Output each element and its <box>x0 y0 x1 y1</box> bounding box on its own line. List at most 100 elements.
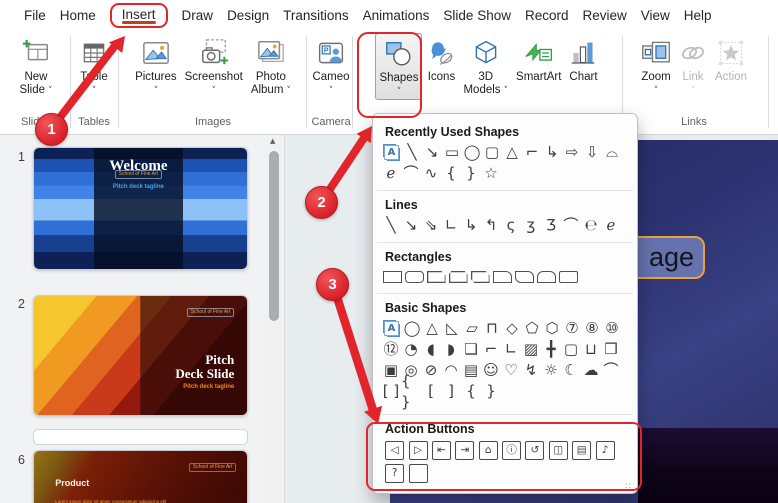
shape-glyph[interactable]: ◺ <box>442 318 462 339</box>
new-slide-button[interactable]: New Slide ˅ <box>16 33 55 100</box>
photo-album-button[interactable]: Photo Album ˅ <box>248 33 294 100</box>
shape-glyph[interactable]: ▢ <box>482 142 502 163</box>
tab-design[interactable]: Design <box>227 5 269 26</box>
tab-animations[interactable]: Animations <box>363 5 430 26</box>
shape-glyph[interactable] <box>404 271 424 283</box>
shape-glyph[interactable]: ↳ <box>461 215 481 236</box>
shape-glyph[interactable]: ▤ <box>461 360 481 381</box>
shape-glyph[interactable]: ʒ <box>521 215 541 236</box>
shape-glyph[interactable]: ⇩ <box>582 142 602 163</box>
chart-button[interactable]: Chart <box>566 33 600 86</box>
shape-glyph[interactable] <box>514 271 534 283</box>
shape-glyph[interactable]: ⌒ <box>561 215 581 236</box>
pictures-button[interactable]: Pictures ˅ <box>132 33 180 98</box>
shape-glyph[interactable]: ☾ <box>561 360 581 381</box>
tab-file[interactable]: File <box>24 5 46 26</box>
shape-glyph[interactable]: ◯ <box>402 318 422 339</box>
resize-grip[interactable]: ∷ <box>625 482 631 492</box>
shape-glyph[interactable]: ◔ <box>401 339 421 360</box>
shape-glyph[interactable]: [ <box>421 381 441 402</box>
shape-glyph[interactable]: ℮ <box>581 215 601 236</box>
tab-slide-show[interactable]: Slide Show <box>443 5 511 26</box>
action-button[interactable]: Action <box>712 33 750 86</box>
shape-glyph[interactable]: ⇘ <box>421 215 441 236</box>
shape-glyph[interactable]: ▤ <box>572 441 592 460</box>
text-box-shape-icon[interactable]: A <box>384 145 399 160</box>
shape-glyph[interactable]: ◇ <box>502 318 522 339</box>
shape-glyph[interactable]: ⌒ <box>601 360 621 381</box>
shape-glyph[interactable]: ⑩ <box>602 318 622 339</box>
shape-glyph[interactable]: ☺ <box>481 360 501 381</box>
panel-divider[interactable] <box>284 135 285 503</box>
shape-glyph[interactable]: ▨ <box>521 339 541 360</box>
icons-button[interactable]: Icons <box>424 33 458 86</box>
shape-glyph[interactable]: ] <box>441 381 461 402</box>
shape-glyph[interactable] <box>426 271 446 283</box>
shape-glyph[interactable]: △ <box>422 318 442 339</box>
shape-glyph[interactable] <box>492 271 512 283</box>
shape-glyph[interactable] <box>382 271 402 283</box>
shape-glyph[interactable] <box>536 271 556 283</box>
3d-models-button[interactable]: 3D Models ˅ <box>460 33 511 100</box>
shape-glyph[interactable]: { <box>441 163 461 184</box>
scrollbar-thumb[interactable] <box>269 151 279 321</box>
shape-glyph[interactable]: ⊔ <box>581 339 601 360</box>
shape-glyph[interactable]: ℯ <box>601 215 621 236</box>
shape-glyph[interactable]: ▢ <box>561 339 581 360</box>
shape-glyph[interactable] <box>558 271 578 283</box>
shape-glyph[interactable]: ⇤ <box>431 441 451 460</box>
tab-draw[interactable]: Draw <box>182 5 214 26</box>
shape-glyph[interactable]: ☼ <box>541 360 561 381</box>
tab-help[interactable]: Help <box>684 5 712 26</box>
shape-glyph[interactable]: ☆ <box>481 163 501 184</box>
tab-record[interactable]: Record <box>525 5 569 26</box>
shape-glyph[interactable]: ∟ <box>441 215 461 236</box>
shape-glyph[interactable]: ▱ <box>462 318 482 339</box>
shape-glyph[interactable]: ⓘ <box>502 441 522 460</box>
slide-thumbnail-6[interactable]: School of Fine Art Product Lorem ipsum d… <box>33 450 248 503</box>
table-button[interactable]: Table ˅ <box>77 33 111 98</box>
shape-glyph[interactable]: ∿ <box>421 163 441 184</box>
shape-glyph[interactable]: ╋ <box>541 339 561 360</box>
shape-glyph[interactable]: ⌒ <box>401 163 421 184</box>
shape-glyph[interactable]: ⇨ <box>562 142 582 163</box>
shape-glyph[interactable]: ◖ <box>421 339 441 360</box>
shape-glyph[interactable]: ❏ <box>461 339 481 360</box>
shape-glyph[interactable]: ⇥ <box>455 441 475 460</box>
tab-review[interactable]: Review <box>583 5 627 26</box>
shape-glyph[interactable]: ⌂ <box>478 441 498 460</box>
shape-glyph[interactable]: ⊓ <box>482 318 502 339</box>
shape-glyph[interactable]: ╲ <box>402 142 422 163</box>
shape-glyph[interactable]: ↰ <box>481 215 501 236</box>
shape-glyph[interactable]: ⑦ <box>562 318 582 339</box>
shape-glyph[interactable]: ♡ <box>501 360 521 381</box>
shape-glyph[interactable]: ∟ <box>501 339 521 360</box>
text-box-shape-icon[interactable]: A <box>384 321 399 336</box>
shape-glyph[interactable] <box>448 271 468 283</box>
shape-glyph[interactable]: ⌓ <box>602 142 622 163</box>
smartart-button[interactable]: SmartArt <box>513 33 564 86</box>
shape-glyph[interactable] <box>470 271 490 283</box>
shape-glyph[interactable]: ⬡ <box>542 318 562 339</box>
shape-glyph[interactable]: ↳ <box>542 142 562 163</box>
link-button[interactable]: Link ˅ <box>676 33 710 98</box>
shape-glyph[interactable]: } <box>461 163 481 184</box>
shape-glyph[interactable]: ☁ <box>581 360 601 381</box>
shape-glyph[interactable]: △ <box>502 142 522 163</box>
shape-glyph[interactable]: ⑫ <box>381 339 401 360</box>
shape-glyph[interactable]: ❒ <box>601 339 621 360</box>
shape-glyph[interactable]: { <box>461 381 481 402</box>
slide-thumbnail-partial[interactable] <box>33 429 248 445</box>
shape-glyph[interactable]: ▭ <box>442 142 462 163</box>
shape-glyph[interactable]: ⌐ <box>522 142 542 163</box>
slide-thumbnail-2[interactable]: School of Fine Art Pitch Deck Slide Pitch… <box>33 295 248 416</box>
shape-glyph[interactable]: ⑧ <box>582 318 602 339</box>
shape-glyph[interactable]: ↘ <box>422 142 442 163</box>
shape-glyph[interactable]: ╲ <box>381 215 401 236</box>
shape-glyph[interactable]: ◠ <box>441 360 461 381</box>
shape-glyph[interactable]: ◁ <box>385 441 405 460</box>
shape-glyph[interactable]: ⊘ <box>421 360 441 381</box>
screenshot-button[interactable]: Screenshot ˅ <box>182 33 246 98</box>
tab-view[interactable]: View <box>641 5 670 26</box>
tab-insert[interactable]: Insert <box>109 3 168 28</box>
